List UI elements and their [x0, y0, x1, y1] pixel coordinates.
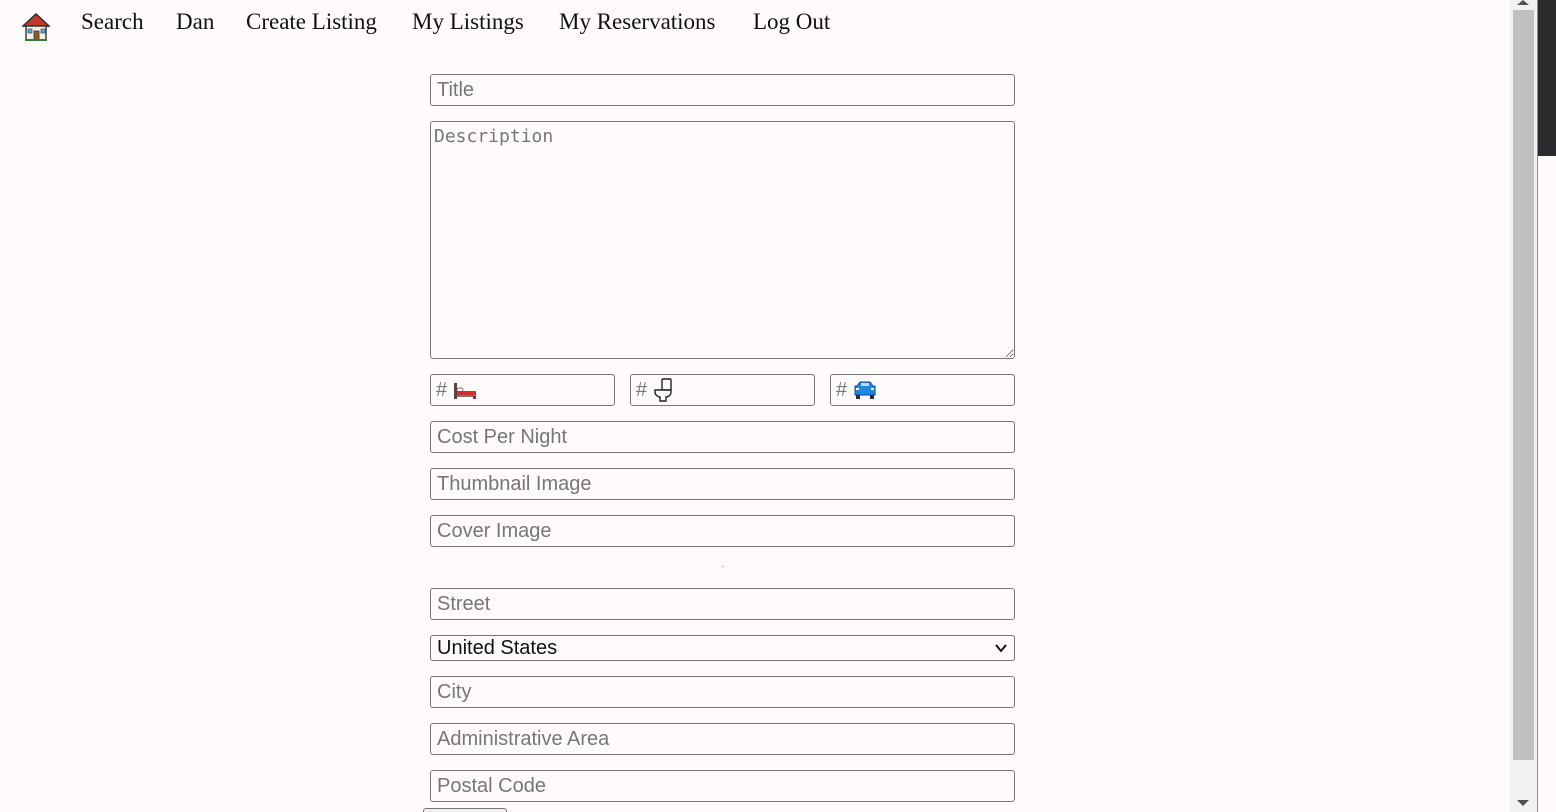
nav-my-listings[interactable]: My Listings — [412, 9, 524, 35]
bathrooms-hash: # — [636, 378, 648, 401]
toilet-icon — [654, 378, 672, 402]
bedrooms-hash: # — [436, 378, 448, 401]
parking-input[interactable]: # — [830, 374, 1015, 406]
house-icon — [21, 13, 51, 41]
car-icon — [854, 381, 876, 399]
home-link[interactable] — [21, 12, 51, 42]
bed-icon — [454, 383, 477, 399]
description-textarea[interactable] — [430, 121, 1015, 359]
cover-image-input[interactable] — [430, 515, 1015, 547]
country-selected-value: United States — [437, 637, 558, 659]
submit-button[interactable] — [423, 808, 507, 812]
nav-user[interactable]: Dan — [176, 9, 214, 35]
image-preview-placeholder — [722, 566, 723, 567]
cost-per-night-input[interactable] — [430, 421, 1015, 453]
parking-hash: # — [836, 378, 848, 401]
window-edge-dark — [1538, 0, 1556, 156]
bedrooms-input[interactable]: # — [430, 374, 615, 406]
scroll-down-arrow-icon[interactable] — [1517, 800, 1529, 806]
title-input[interactable] — [430, 74, 1015, 106]
top-nav: Search Dan Create Listing My Listings My… — [0, 0, 1510, 48]
nav-log-out[interactable]: Log Out — [753, 9, 830, 35]
bathrooms-input[interactable]: # — [630, 374, 815, 406]
postal-code-input[interactable] — [430, 770, 1015, 802]
country-select[interactable]: United States — [430, 635, 1015, 661]
city-input[interactable] — [430, 676, 1015, 708]
nav-my-reservations[interactable]: My Reservations — [559, 9, 716, 35]
nav-create-listing[interactable]: Create Listing — [246, 9, 377, 35]
thumbnail-image-input[interactable] — [430, 468, 1015, 500]
scroll-up-arrow-icon[interactable] — [1517, 0, 1529, 5]
nav-search[interactable]: Search — [81, 9, 144, 35]
administrative-area-input[interactable] — [430, 723, 1015, 755]
scrollbar-thumb[interactable] — [1513, 10, 1534, 760]
street-input[interactable] — [430, 588, 1015, 620]
chevron-down-icon — [995, 644, 1007, 653]
